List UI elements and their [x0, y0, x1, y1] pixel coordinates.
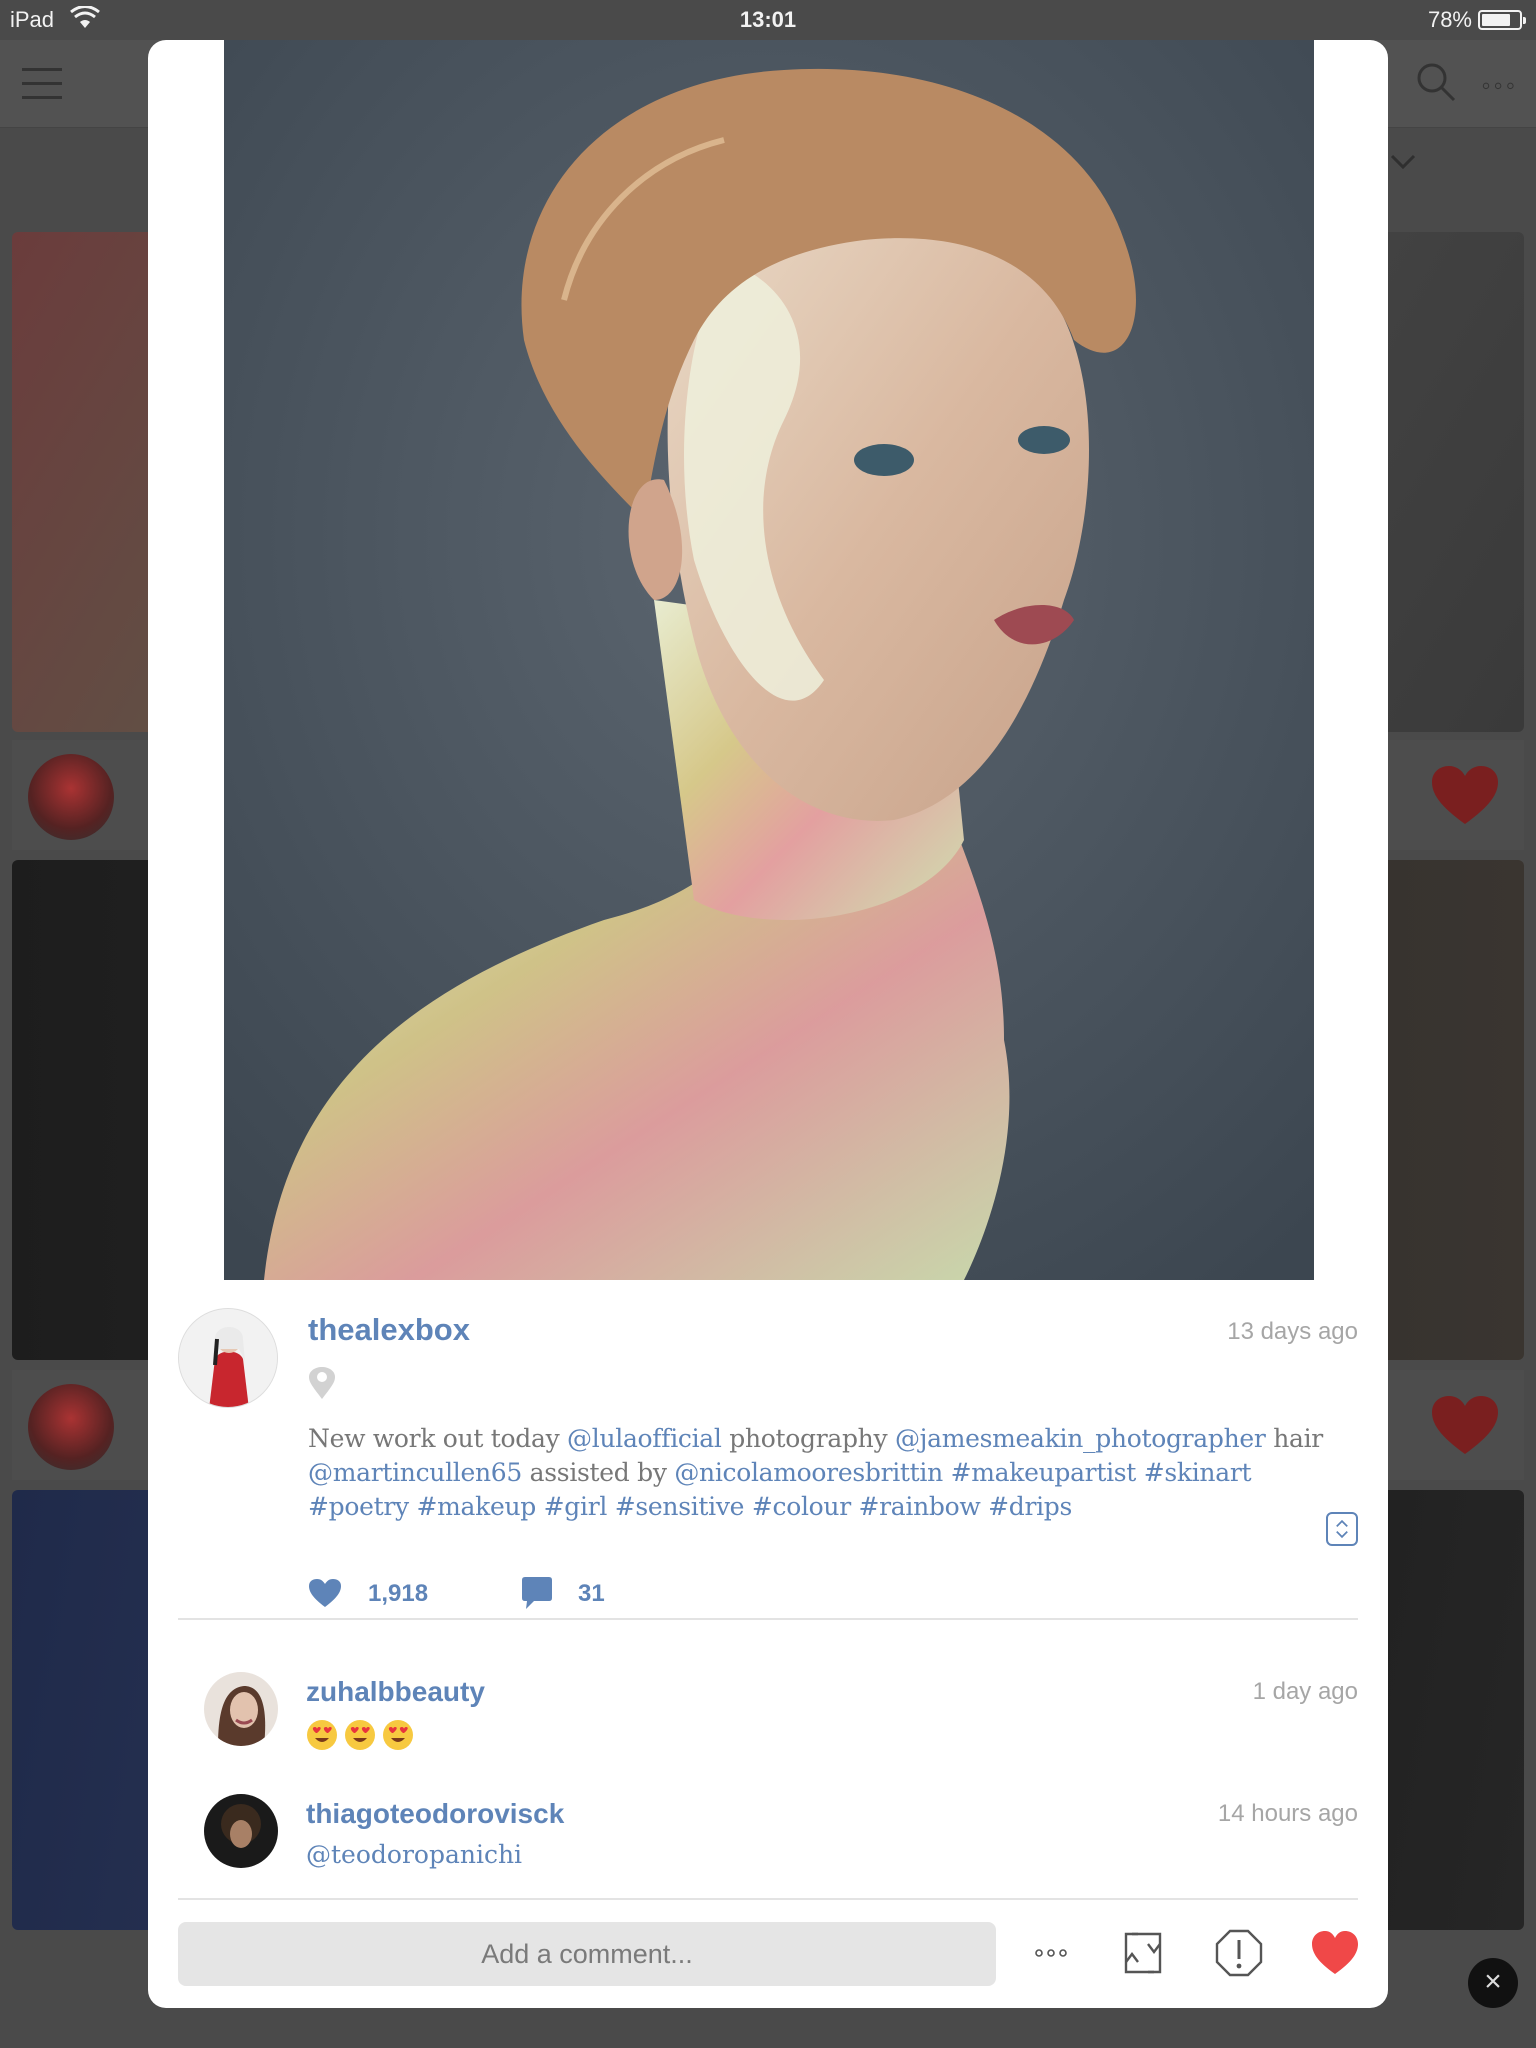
location-pin-icon[interactable]	[308, 1366, 336, 1400]
avatar[interactable]	[28, 754, 114, 840]
post-username[interactable]: thealexbox	[308, 1312, 470, 1348]
chevron-down-icon	[1390, 154, 1416, 170]
caption-text: New work out today	[308, 1424, 568, 1453]
comment-text[interactable]: @teodoropanichi	[306, 1840, 522, 1869]
caption-tag-link[interactable]: @martincullen65	[308, 1458, 522, 1487]
caption-tag-link[interactable]: #drips	[988, 1492, 1072, 1521]
caption-text	[1136, 1458, 1144, 1487]
caption-tag-link[interactable]: #girl	[544, 1492, 608, 1521]
report-icon[interactable]	[1214, 1928, 1264, 1978]
caption-tag-link[interactable]: @nicolamooresbrittin	[674, 1458, 943, 1487]
post-photo[interactable]	[224, 40, 1314, 1280]
divider	[178, 1898, 1358, 1900]
caption-tag-link[interactable]: #poetry	[308, 1492, 409, 1521]
heart-icon[interactable]	[1430, 1394, 1500, 1458]
caption-text: assisted by	[522, 1458, 675, 1487]
caption-tag-link[interactable]: @jamesmeakin_photographer	[895, 1424, 1266, 1453]
caption-text: photography	[721, 1424, 895, 1453]
caption-text	[980, 1492, 988, 1521]
close-icon[interactable]: ×	[1468, 1958, 1518, 2008]
heart-eyes-emoji-icon	[383, 1719, 413, 1750]
caption-text: hair	[1265, 1424, 1323, 1453]
avatar[interactable]	[204, 1672, 278, 1746]
caption-tag-link[interactable]: #sensitive	[615, 1492, 745, 1521]
comment-count: 31	[578, 1580, 605, 1607]
heart-eyes-emoji-icon	[345, 1719, 375, 1750]
avatar[interactable]	[28, 1384, 114, 1470]
comment-icon[interactable]	[520, 1576, 554, 1610]
more-icon[interactable]: ◦◦◦	[1481, 70, 1518, 101]
comment-item: thiagoteodorovisck 14 hours ago @teodoro…	[148, 1794, 1388, 1884]
caption-text	[607, 1492, 615, 1521]
comment-footer	[148, 1920, 1388, 1990]
repost-icon[interactable]	[1118, 1928, 1168, 1978]
status-bar: iPad 13:01 78%	[0, 0, 1536, 40]
expand-icon[interactable]	[1326, 1512, 1358, 1546]
comment-timestamp: 1 day ago	[1252, 1678, 1358, 1705]
post-caption: New work out today @lulaofficial photogr…	[308, 1422, 1328, 1524]
heart-icon[interactable]	[308, 1578, 342, 1608]
like-count: 1,918	[368, 1580, 429, 1607]
comment-item: zuhalbbeauty 1 day ago	[148, 1672, 1388, 1762]
avatar[interactable]	[204, 1794, 278, 1868]
caption-tag-link[interactable]: #colour	[752, 1492, 851, 1521]
divider	[178, 1618, 1358, 1620]
menu-icon[interactable]	[22, 68, 62, 110]
avatar[interactable]	[178, 1308, 278, 1408]
caption-text	[536, 1492, 544, 1521]
caption-text	[943, 1458, 951, 1487]
battery-icon	[1478, 10, 1526, 30]
caption-tag-link[interactable]: #rainbow	[859, 1492, 981, 1521]
heart-eyes-emoji-icon	[307, 1719, 337, 1750]
caption-tag-link[interactable]: #skinart	[1144, 1458, 1252, 1487]
comment-text	[306, 1718, 420, 1751]
like-heart-icon[interactable]	[1310, 1928, 1360, 1978]
comment-username[interactable]: thiagoteodorovisck	[306, 1798, 564, 1830]
clock: 13:01	[739, 7, 797, 32]
post-detail-modal: thealexbox 13 days ago New work out toda…	[148, 40, 1388, 2008]
caption-text	[851, 1492, 859, 1521]
emoji-row	[306, 1718, 420, 1750]
heart-icon[interactable]	[1430, 764, 1500, 828]
battery-percent: 78%	[1427, 7, 1472, 32]
search-icon[interactable]	[1414, 60, 1458, 104]
caption-tag-link[interactable]: #makeupartist	[951, 1458, 1137, 1487]
caption-tag-link[interactable]: @lulaofficial	[567, 1424, 722, 1453]
caption-text	[744, 1492, 752, 1521]
comment-input[interactable]	[178, 1922, 996, 1986]
caption-tag-link[interactable]: #makeup	[416, 1492, 536, 1521]
more-dots-icon[interactable]	[1026, 1928, 1076, 1978]
post-timestamp: 13 days ago	[1227, 1318, 1358, 1345]
comment-username[interactable]: zuhalbbeauty	[306, 1676, 485, 1708]
comment-timestamp: 14 hours ago	[1217, 1800, 1358, 1827]
